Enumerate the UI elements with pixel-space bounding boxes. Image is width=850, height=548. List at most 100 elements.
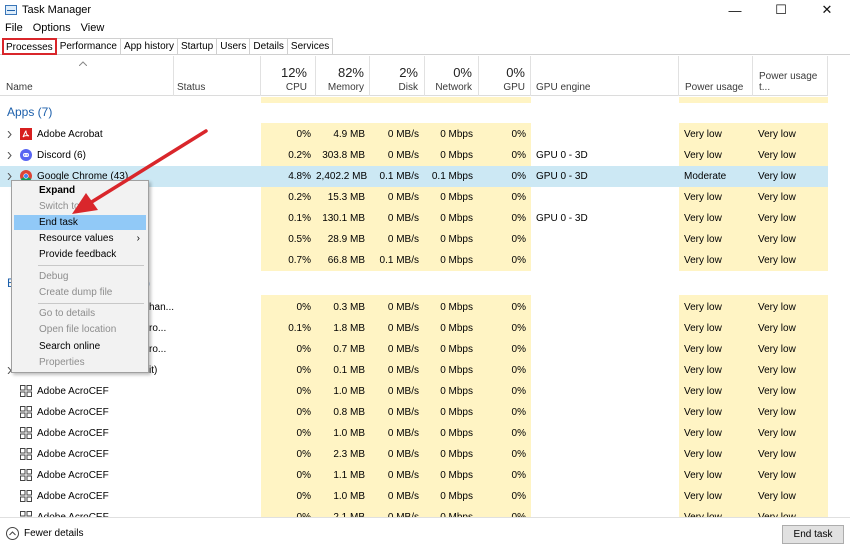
column-header: Name Status 12% CPU 82% Memory 2% Disk 0… <box>0 56 850 96</box>
fewer-details-toggle[interactable]: Fewer details <box>6 527 83 540</box>
tab-users[interactable]: Users <box>216 38 251 54</box>
table-row[interactable]: Discord (6) 0.2% 303.8 MB 0 MB/s 0 Mbps … <box>0 145 828 166</box>
table-row[interactable]: Adobe AcroCEF 0% 2.1 MB 0 MB/s 0 Mbps 0%… <box>0 507 828 517</box>
gpu-engine-value: GPU 0 - 3D <box>536 150 588 161</box>
process-name: Adobe AcroCEF <box>37 428 109 439</box>
menu-view[interactable]: View <box>76 20 110 36</box>
column-cpu[interactable]: 12% CPU <box>261 56 316 96</box>
vertical-scrollbar[interactable] <box>828 56 850 517</box>
menu-options[interactable]: Options <box>28 20 76 36</box>
tab-performance[interactable]: Performance <box>55 38 121 54</box>
cpu-value: 0.1% <box>288 213 311 224</box>
menu-item-search-online[interactable]: Search online <box>14 339 146 354</box>
table-row[interactable]: Adobe AcroCEF 0% 2.3 MB 0 MB/s 0 Mbps 0%… <box>0 444 828 465</box>
menu-item-end-task[interactable]: End task <box>14 215 146 230</box>
tab-services[interactable]: Services <box>286 38 334 54</box>
network-value: 0 Mbps <box>440 344 473 355</box>
memory-value: 0.3 MB <box>333 302 365 313</box>
menu-file[interactable]: File <box>0 20 28 36</box>
menu-item-open-file-location[interactable]: Open file location <box>14 322 146 337</box>
process-name: Adobe AcroCEF <box>37 491 109 502</box>
table-row[interactable]: Adobe AcroCEF 0% 1.0 MB 0 MB/s 0 Mbps 0%… <box>0 423 828 444</box>
power-trend-value: Very low <box>758 491 796 502</box>
power-value: Very low <box>684 234 722 245</box>
power-trend-value: Very low <box>758 129 796 140</box>
table-row[interactable]: Adobe AcroCEF 0% 1.0 MB 0 MB/s 0 Mbps 0%… <box>0 486 828 507</box>
gpu-engine-value: GPU 0 - 3D <box>536 213 588 224</box>
network-value: 0 Mbps <box>440 470 473 481</box>
table-row[interactable]: Adobe AcroCEF 0% 1.0 MB 0 MB/s 0 Mbps 0%… <box>0 381 828 402</box>
power-value: Very low <box>684 507 722 517</box>
tab-startup[interactable]: Startup <box>176 38 218 54</box>
tab-details[interactable]: Details <box>249 38 288 54</box>
cpu-value: 0.7% <box>288 255 311 266</box>
close-button[interactable]: ✕ <box>804 0 850 20</box>
column-disk[interactable]: 2% Disk <box>370 56 425 96</box>
table-row[interactable]: Adobe Acrobat 0% 4.9 MB 0 MB/s 0 Mbps 0%… <box>0 124 828 145</box>
power-trend-value: Very low <box>758 150 796 161</box>
menu-item-properties[interactable]: Properties <box>14 355 146 370</box>
window-title: Task Manager <box>22 4 92 16</box>
cpu-value: 0.5% <box>288 234 311 245</box>
column-memory[interactable]: 82% Memory <box>316 56 370 96</box>
column-name[interactable]: Name <box>0 56 174 96</box>
gpu-value: 0% <box>511 365 526 376</box>
chevron-right-icon[interactable] <box>7 131 12 138</box>
context-menu: Expand Switch to End task Resource value… <box>11 180 149 373</box>
power-trend-value: Very low <box>758 255 796 266</box>
cpu-value: 0% <box>296 449 311 460</box>
minimize-button[interactable]: — <box>712 0 758 20</box>
process-name: Adobe AcroCEF <box>37 407 109 418</box>
power-value: Very low <box>684 323 722 334</box>
menu-item-provide-feedback[interactable]: Provide feedback <box>14 247 146 262</box>
menu-item-go-to-details[interactable]: Go to details <box>14 306 146 321</box>
cpu-value: 4.8% <box>288 171 311 182</box>
memory-value: 1.1 MB <box>333 470 365 481</box>
table-row[interactable]: Adobe AcroCEF 0% 0.8 MB 0 MB/s 0 Mbps 0%… <box>0 402 828 423</box>
power-trend-value: Very low <box>758 302 796 313</box>
column-gpu-engine[interactable]: GPU engine <box>531 56 679 96</box>
disk-value: 0 MB/s <box>387 213 419 224</box>
network-value: 0 Mbps <box>440 150 473 161</box>
network-value: 0 Mbps <box>440 449 473 460</box>
tab-processes[interactable]: Processes <box>2 38 57 55</box>
gpu-value: 0% <box>511 491 526 502</box>
window-process-icon <box>20 406 32 418</box>
end-task-button[interactable]: End task <box>782 525 844 544</box>
disk-value: 0 MB/s <box>387 234 419 245</box>
menu-separator <box>38 265 144 266</box>
chevron-right-icon[interactable] <box>7 152 12 159</box>
memory-value: 28.9 MB <box>327 234 365 245</box>
memory-value: 0.8 MB <box>333 407 365 418</box>
gpu-value: 0% <box>511 150 526 161</box>
task-manager-icon <box>5 5 17 15</box>
menu-item-debug[interactable]: Debug <box>14 269 146 284</box>
menu-item-create-dump-file[interactable]: Create dump file <box>14 285 146 300</box>
menu-item-expand[interactable]: Expand <box>14 183 146 198</box>
tab-app-history[interactable]: App history <box>119 38 178 54</box>
chevron-right-icon: › <box>136 233 140 244</box>
disk-value: 0 MB/s <box>387 344 419 355</box>
window-process-icon <box>20 385 32 397</box>
process-name: it) <box>149 365 158 376</box>
group-header-apps[interactable]: Apps (7) <box>0 103 828 123</box>
power-trend-value: Very low <box>758 365 796 376</box>
chevron-right-icon[interactable] <box>7 173 12 180</box>
column-gpu[interactable]: 0% GPU <box>479 56 531 96</box>
network-value: 0 Mbps <box>440 234 473 245</box>
column-network[interactable]: 0% Network <box>425 56 479 96</box>
column-power-usage[interactable]: Power usage <box>679 56 753 96</box>
window-process-icon <box>20 490 32 502</box>
power-value: Very low <box>684 150 722 161</box>
table-row[interactable]: Adobe AcroCEF 0% 1.1 MB 0 MB/s 0 Mbps 0%… <box>0 465 828 486</box>
power-trend-value: Very low <box>758 192 796 203</box>
gpu-value: 0% <box>511 213 526 224</box>
power-trend-value: Very low <box>758 507 796 517</box>
column-power-usage-trend[interactable]: Power usage t... <box>753 56 828 96</box>
power-value: Very low <box>684 365 722 376</box>
maximize-button[interactable]: ☐ <box>758 0 804 20</box>
menu-item-resource-values[interactable]: Resource values › <box>14 231 146 246</box>
column-status[interactable]: Status <box>174 56 261 96</box>
cpu-value: 0.2% <box>288 192 311 203</box>
menu-item-switch-to[interactable]: Switch to <box>14 199 146 214</box>
